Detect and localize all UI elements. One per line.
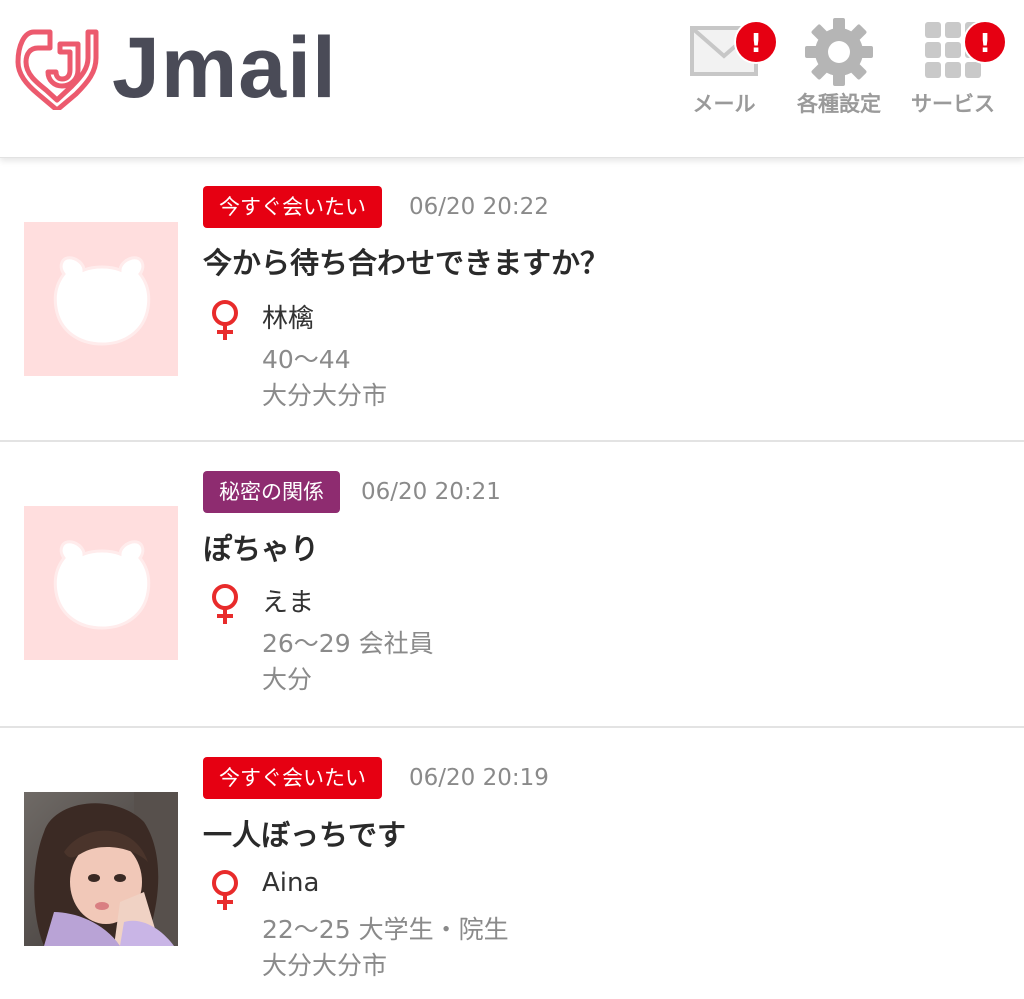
gear-icon — [805, 18, 873, 86]
post-list: 今すぐ会いたい 06/20 20:22 今から待ち合わせできますか？ 林檎 40… — [0, 158, 1024, 998]
user-name: えま — [262, 588, 315, 618]
nav-settings-label: 各種設定 — [797, 92, 881, 116]
post-time: 06/20 20:21 — [361, 479, 501, 505]
post-time: 06/20 20:22 — [409, 194, 549, 220]
female-icon — [212, 870, 238, 910]
post-title: ぽちゃり — [203, 532, 320, 566]
placeholder-bear-icon — [53, 540, 151, 630]
list-item[interactable]: 今すぐ会いたい 06/20 20:22 今から待ち合わせできますか？ 林檎 40… — [0, 158, 1024, 442]
post-title: 今から待ち合わせできますか？ — [203, 246, 610, 280]
mail-notification-badge: ! — [734, 20, 778, 64]
user-name: 林檎 — [262, 304, 315, 334]
avatar[interactable] — [24, 506, 178, 660]
nav-mail-label: メール — [692, 92, 756, 116]
user-location: 大分大分市 — [262, 381, 388, 410]
user-age-job: 22〜25 大学生・院生 — [262, 915, 509, 944]
app-logo-text[interactable]: Jmail — [112, 18, 337, 118]
placeholder-bear-icon — [53, 256, 151, 346]
user-location: 大分 — [262, 665, 313, 694]
list-item[interactable]: 秘密の関係 06/20 20:21 ぽちゃり えま 26〜29 会社員 大分 — [0, 442, 1024, 728]
services-notification-badge: ! — [963, 20, 1007, 64]
list-item[interactable]: 今すぐ会いたい 06/20 20:19 一人ぼっちです Aina 22〜25 大… — [0, 728, 1024, 998]
category-tag: 今すぐ会いたい — [203, 757, 382, 799]
nav-services-button[interactable]: ! サービス — [895, 16, 1011, 126]
user-location: 大分大分市 — [262, 951, 388, 980]
jmail-logo-icon[interactable] — [12, 24, 102, 110]
nav-services-label: サービス — [911, 92, 995, 116]
profile-photo — [24, 792, 178, 946]
category-tag: 今すぐ会いたい — [203, 186, 382, 228]
nav-settings-button[interactable]: 各種設定 — [781, 16, 897, 126]
user-age-job: 40〜44 — [262, 345, 351, 374]
avatar[interactable] — [24, 222, 178, 376]
user-age-job: 26〜29 会社員 — [262, 629, 434, 658]
female-icon — [212, 584, 238, 624]
nav-mail-button[interactable]: ! メール — [666, 16, 782, 126]
app-header: Jmail ! メール 各種設定 ! サービス — [0, 0, 1024, 158]
avatar[interactable] — [24, 792, 178, 946]
post-time: 06/20 20:19 — [409, 765, 549, 791]
category-tag: 秘密の関係 — [203, 471, 340, 513]
user-name: Aina — [262, 868, 320, 898]
post-title: 一人ぼっちです — [203, 818, 407, 852]
female-icon — [212, 300, 238, 340]
